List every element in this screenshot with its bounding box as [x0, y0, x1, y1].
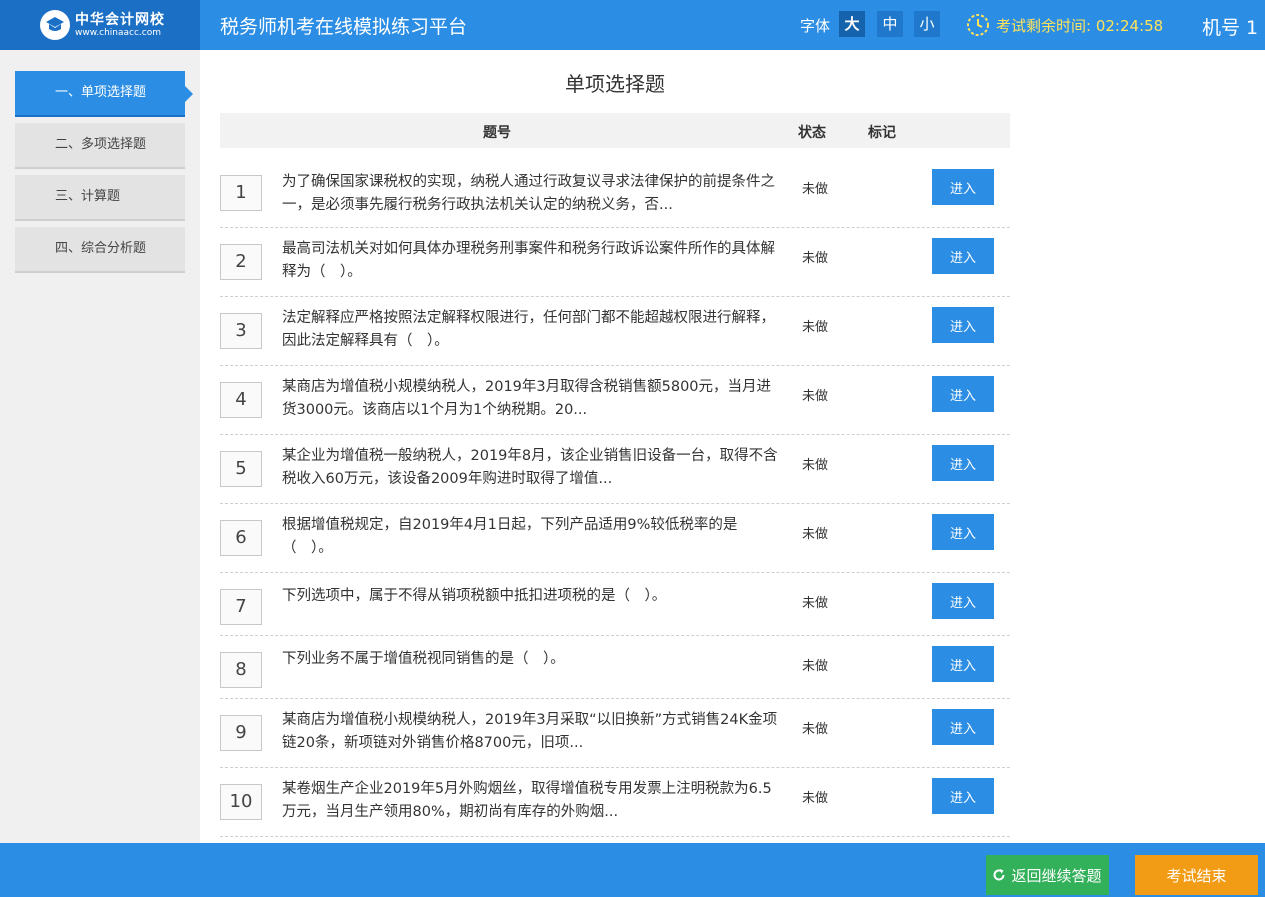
question-number: 1 — [220, 175, 262, 211]
return-to-answer-button[interactable]: 返回继续答题 — [986, 855, 1109, 895]
question-text: 根据增值税规定，自2019年4月1日起，下列产品适用9%较低税率的是（ ）。 — [282, 517, 738, 556]
logo: 中华会计网校 www.chinaacc.com — [0, 0, 200, 50]
logo-name: 中华会计网校 — [75, 12, 165, 28]
question-row: 7 下列选项中，属于不得从销项税额中抵扣进项税的是（ ）。 未做 进入 — [220, 573, 1010, 636]
question-row: 9 某商店为增值税小规模纳税人，2019年3月采取“以旧换新”方式销售24K金项… — [220, 699, 1010, 768]
sidebar-item-calculation[interactable]: 三、计算题 — [15, 175, 185, 221]
question-number: 6 — [220, 520, 262, 556]
machine-number: 机号 1 — [1202, 17, 1259, 39]
enter-button[interactable]: 进入 — [932, 169, 994, 205]
main-content: 单项选择题 题号 状态 标记 1 为了确保国家课税权的实现，纳税人通过行政复议寻… — [200, 50, 1265, 843]
enter-button[interactable]: 进入 — [932, 445, 994, 481]
question-status: 未做 — [802, 596, 829, 611]
font-size-small-button[interactable]: 小 — [914, 11, 940, 37]
top-header: 中华会计网校 www.chinaacc.com 税务师机考在线模拟练习平台 字体… — [0, 0, 1265, 50]
question-number: 5 — [220, 451, 262, 487]
question-text: 下列业务不属于增值税视同销售的是（ ）。 — [282, 651, 565, 667]
question-status: 未做 — [802, 320, 829, 335]
timer-value: 02:24:58 — [1095, 17, 1164, 35]
question-number: 8 — [220, 652, 262, 688]
app-title: 税务师机考在线模拟练习平台 — [220, 16, 468, 38]
question-text: 某商店为增值税小规模纳税人，2019年3月采取“以旧换新”方式销售24K金项链2… — [282, 712, 778, 751]
enter-button[interactable]: 进入 — [932, 709, 994, 745]
clock-icon — [966, 13, 990, 41]
sidebar-item-multiple-choice[interactable]: 二、多项选择题 — [15, 123, 185, 169]
table-header: 题号 状态 标记 — [220, 113, 1010, 148]
sidebar-item-single-choice[interactable]: 一、单项选择题 — [15, 71, 193, 117]
enter-button[interactable]: 进入 — [932, 778, 994, 814]
question-text: 为了确保国家课税权的实现，纳税人通过行政复议寻求法律保护的前提条件之一，是必须事… — [282, 174, 775, 213]
exam-timer: 考试剩余时间: 02:24:58 — [996, 15, 1163, 36]
question-row: 10 某卷烟生产企业2019年5月外购烟丝，取得增值税专用发票上注明税款为6.5… — [220, 768, 1010, 837]
return-button-label: 返回继续答题 — [1011, 866, 1102, 885]
section-title: 单项选择题 — [565, 72, 665, 96]
enter-button[interactable]: 进入 — [932, 307, 994, 343]
end-exam-button[interactable]: 考试结束 — [1135, 855, 1258, 895]
column-header-status: 状态 — [798, 125, 826, 141]
timer-label: 考试剩余时间: — [996, 17, 1092, 35]
question-row: 1 为了确保国家课税权的实现，纳税人通过行政复议寻求法律保护的前提条件之一，是必… — [220, 159, 1010, 228]
question-row: 4 某商店为增值税小规模纳税人，2019年3月取得含税销售额5800元，当月进货… — [220, 366, 1010, 435]
font-size-medium-button[interactable]: 中 — [877, 11, 903, 37]
question-number: 9 — [220, 715, 262, 751]
question-number: 2 — [220, 244, 262, 280]
font-size-label: 字体 — [800, 17, 831, 35]
sidebar: 一、单项选择题 二、多项选择题 三、计算题 四、综合分析题 — [0, 50, 200, 843]
question-number: 3 — [220, 313, 262, 349]
enter-button[interactable]: 进入 — [932, 583, 994, 619]
enter-button[interactable]: 进入 — [932, 376, 994, 412]
question-status: 未做 — [802, 659, 829, 674]
question-status: 未做 — [802, 458, 829, 473]
question-status: 未做 — [802, 251, 829, 266]
question-text: 下列选项中，属于不得从销项税额中抵扣进项税的是（ ）。 — [282, 588, 667, 604]
question-text: 某商店为增值税小规模纳税人，2019年3月取得含税销售额5800元，当月进货30… — [282, 379, 772, 418]
column-header-number: 题号 — [483, 125, 511, 141]
question-text: 某卷烟生产企业2019年5月外购烟丝，取得增值税专用发票上注明税款为6.5万元，… — [282, 781, 772, 820]
question-row: 5 某企业为增值税一般纳税人，2019年8月，该企业销售旧设备一台，取得不含税收… — [220, 435, 1010, 504]
question-text: 法定解释应严格按照法定解释权限进行，任何部门都不能超越权限进行解释，因此法定解释… — [282, 310, 775, 349]
question-row: 3 法定解释应严格按照法定解释权限进行，任何部门都不能超越权限进行解释，因此法定… — [220, 297, 1010, 366]
enter-button[interactable]: 进入 — [932, 514, 994, 550]
question-status: 未做 — [802, 389, 829, 404]
column-header-mark: 标记 — [868, 125, 896, 141]
question-number: 7 — [220, 589, 262, 625]
logo-icon — [40, 10, 70, 40]
enter-button[interactable]: 进入 — [932, 238, 994, 274]
sidebar-item-comprehensive[interactable]: 四、综合分析题 — [15, 227, 185, 273]
refresh-icon — [992, 868, 1006, 886]
question-row: 6 根据增值税规定，自2019年4月1日起，下列产品适用9%较低税率的是（ ）。… — [220, 504, 1010, 573]
question-status: 未做 — [802, 722, 829, 737]
question-row: 8 下列业务不属于增值税视同销售的是（ ）。 未做 进入 — [220, 636, 1010, 699]
enter-button[interactable]: 进入 — [932, 646, 994, 682]
question-number: 4 — [220, 382, 262, 418]
question-text: 某企业为增值税一般纳税人，2019年8月，该企业销售旧设备一台，取得不含税收入6… — [282, 448, 778, 487]
bottom-bar: 返回继续答题 考试结束 — [0, 843, 1265, 897]
logo-url: www.chinaacc.com — [75, 28, 161, 38]
question-status: 未做 — [802, 182, 829, 197]
question-text: 最高司法机关对如何具体办理税务刑事案件和税务行政诉讼案件所作的具体解释为（ ）。 — [282, 241, 775, 280]
question-row: 2 最高司法机关对如何具体办理税务刑事案件和税务行政诉讼案件所作的具体解释为（ … — [220, 228, 1010, 297]
font-size-large-button[interactable]: 大 — [839, 11, 865, 37]
question-number: 10 — [220, 784, 262, 820]
question-status: 未做 — [802, 791, 829, 806]
question-status: 未做 — [802, 527, 829, 542]
